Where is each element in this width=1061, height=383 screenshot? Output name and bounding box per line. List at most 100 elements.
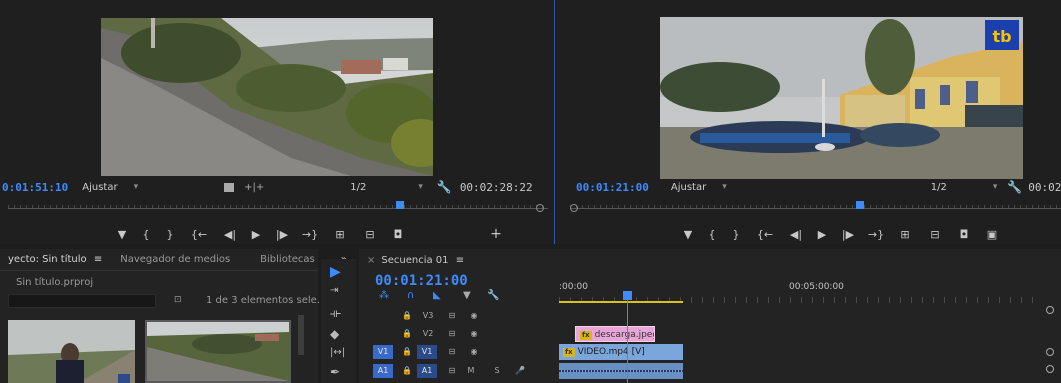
source-patch-v1[interactable]: V1 [373,345,393,359]
source-video-frame [101,18,433,176]
insert-clip-icon[interactable] [224,182,235,192]
time-start-label: :00:00 [559,282,588,292]
marker-icon[interactable]: ▼ [110,228,134,241]
go-to-out-icon[interactable]: →} [296,228,324,241]
track-label-v3[interactable]: V3 [421,309,435,323]
mark-in-icon[interactable]: { [134,228,158,241]
media-thumbnail-1[interactable] [8,320,135,383]
lock-icon[interactable]: 🔒 [401,364,413,378]
source-monitor: 0:01:51:10 Ajustar ▾ +|+ 1/2 ▾ 🔧 00:02:28:… [0,0,555,244]
step-back-icon[interactable]: ◀| [216,228,244,241]
extract-icon[interactable]: ⊟ [920,228,950,241]
add-marker-icon[interactable]: ▼ [463,290,471,301]
tab-libraries[interactable]: Bibliotecas [260,254,315,265]
track-v1: V1 🔒 V1 ⊟ ◉ fx VIDEO.mp4 [V] [359,343,1041,361]
step-forward-icon[interactable]: |▶ [268,228,296,241]
program-time-ruler[interactable] [570,201,1061,215]
timeline-playhead[interactable] [623,291,632,300]
sync-lock-icon[interactable]: ⊟ [445,327,459,341]
track-v3: 🔒 V3 ⊟ ◉ [359,307,1041,325]
play-icon[interactable]: ▶ [244,228,268,241]
tab-sequence[interactable]: × Secuencia 01 ≡ [367,255,464,266]
wrench-icon[interactable]: 🔧 [437,180,452,194]
playhead-line [627,300,628,383]
source-playhead[interactable] [396,201,404,209]
project-search-input[interactable] [8,294,156,308]
eye-icon[interactable]: ◉ [467,345,481,359]
slip-tool-icon[interactable]: |↔| [330,347,345,358]
timeline-settings-icon[interactable]: 🔧 [487,290,499,301]
track-select-tool-icon[interactable]: ⇥ [330,285,338,296]
linked-selection-icon[interactable]: ◣ [433,290,441,301]
mark-out-icon[interactable]: } [158,228,182,241]
camera-icon[interactable]: ◘ [384,228,412,241]
program-marker-icon[interactable]: ▼ [676,228,700,241]
tab-media-browser[interactable]: Navegador de medios [120,254,230,265]
source-resolution-dropdown[interactable]: 1/2 ▾ [350,182,423,193]
program-go-to-out-icon[interactable]: →} [862,228,890,241]
project-scrollbar[interactable] [298,315,304,355]
program-timecode[interactable]: 00:01:21:00 [576,181,649,194]
comparison-view-icon[interactable]: ▣ [978,228,1006,241]
mute-button[interactable]: M [465,364,477,378]
sync-lock-icon[interactable]: ⊟ [445,345,459,359]
program-go-to-in-icon[interactable]: {← [748,228,782,241]
watermark-text: tb [992,27,1011,46]
lock-icon[interactable]: 🔒 [401,309,413,323]
program-playhead[interactable] [856,201,864,209]
track-label-v1[interactable]: V1 [417,345,437,359]
nest-toggle-icon[interactable]: ⁂ [379,290,389,301]
clip-audio[interactable] [559,363,683,379]
insert-icon[interactable]: ⊞ [324,228,356,241]
tab-project[interactable]: yecto: Sin título ≡ [8,254,102,265]
program-ruler-start-handle[interactable] [570,204,578,212]
program-camera-icon[interactable]: ◘ [950,228,978,241]
go-to-in-icon[interactable]: {← [182,228,216,241]
solo-button[interactable]: S [491,364,503,378]
timeline-scroll-handle-mid[interactable] [1046,348,1054,356]
timeline-scroll-handle-bottom[interactable] [1046,365,1054,373]
track-label-a1[interactable]: A1 [417,364,437,378]
program-control-row: 00:01:21:00 Ajustar ▾ 1/2 ▾ 🔧 00:02 [556,178,1061,196]
pen-tool-icon[interactable]: ✒ [330,365,340,379]
snap-icon[interactable]: ∩ [407,290,414,301]
program-video-frame: tb [660,17,1023,179]
overwrite-icon[interactable]: ⊟ [356,228,384,241]
program-monitor: tb 00:01:21:00 Ajustar ▾ 1/2 ▾ 🔧 00:02 ▼ {… [556,0,1061,244]
timeline-timecode[interactable]: 00:01:21:00 [375,273,468,289]
media-thumbnail-2[interactable] [145,320,291,383]
sync-lock-icon[interactable]: ⊟ [445,364,459,378]
program-mark-out-icon[interactable]: } [724,228,748,241]
ripple-edit-tool-icon[interactable]: ⟛ [330,306,341,321]
source-patch-a1[interactable]: A1 [373,364,393,378]
lift-icon[interactable]: ⊞ [890,228,920,241]
source-zoom-dropdown[interactable]: Ajustar ▾ [82,182,138,193]
clip-descarga[interactable]: fx descarga.jpeg [575,326,655,342]
drag-video-icon[interactable]: +|+ [244,182,264,193]
sync-lock-icon[interactable]: ⊟ [445,309,459,323]
add-button-icon[interactable]: + [482,226,510,242]
program-mark-in-icon[interactable]: { [700,228,724,241]
clip-video-mp4[interactable]: fx VIDEO.mp4 [V] [559,344,683,360]
program-wrench-icon[interactable]: 🔧 [1007,180,1022,194]
work-area-bar[interactable] [559,301,683,303]
eye-icon[interactable]: ◉ [467,327,481,341]
program-play-icon[interactable]: ▶ [810,228,834,241]
timeline-scroll-handle-top[interactable] [1046,306,1054,314]
microphone-icon[interactable]: 🎤 [513,364,527,378]
lock-icon[interactable]: 🔒 [401,345,413,359]
source-timecode[interactable]: 0:01:51:10 [2,181,68,194]
source-ruler-end-handle[interactable] [536,204,544,212]
lock-icon[interactable]: 🔒 [401,327,413,341]
program-step-back-icon[interactable]: ◀| [782,228,810,241]
new-bin-icon[interactable]: ⊡ [174,295,182,305]
razor-tool-icon[interactable]: ◆ [330,327,339,341]
track-label-v2[interactable]: V2 [421,327,435,341]
program-zoom-dropdown[interactable]: Ajustar ▾ [671,182,727,193]
program-resolution-dropdown[interactable]: 1/2 ▾ [931,182,998,193]
selection-tool-icon[interactable]: ▶ [330,264,341,280]
source-time-ruler[interactable] [8,201,548,215]
eye-icon[interactable]: ◉ [467,309,481,323]
program-step-forward-icon[interactable]: |▶ [834,228,862,241]
source-transport: ▼ { } {← ◀| ▶ |▶ →} ⊞ ⊟ ◘ + [110,226,510,242]
